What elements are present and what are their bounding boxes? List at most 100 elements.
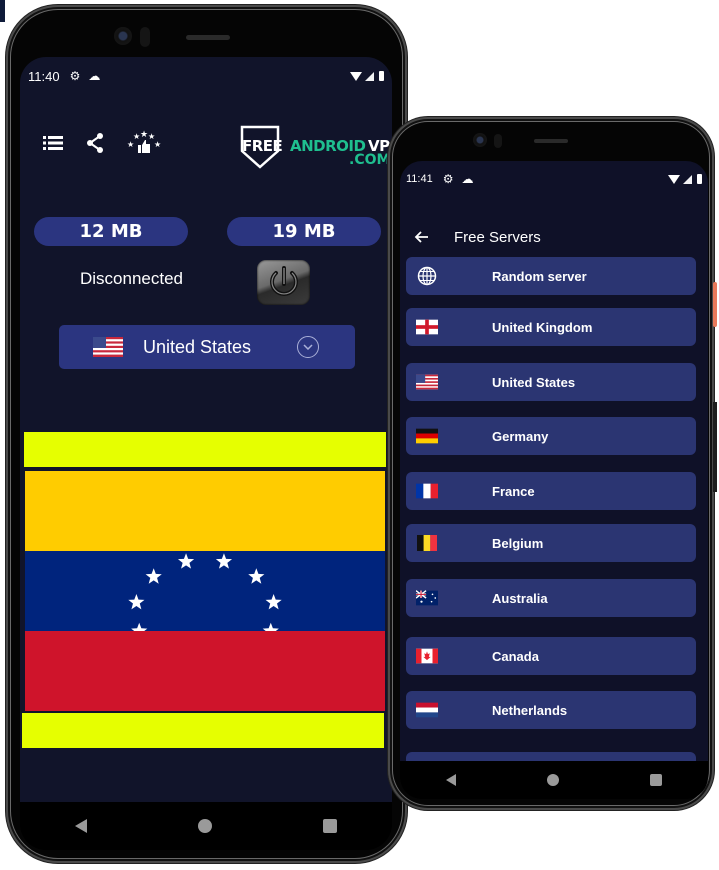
flag-star xyxy=(248,568,265,584)
battery-icon xyxy=(379,71,384,81)
battery-icon xyxy=(697,174,702,184)
chevron-down-icon xyxy=(297,336,319,358)
signal-icon xyxy=(365,71,374,81)
status-bar: 11:40 ⚙ ☁ xyxy=(20,57,392,95)
gear-icon: ⚙ xyxy=(69,69,81,83)
svg-text:★: ★ xyxy=(154,140,161,149)
status-bar: 11:41 ⚙ ☁ xyxy=(400,161,708,197)
proximity-sensor xyxy=(494,134,502,148)
belgium-flag-icon xyxy=(416,535,438,551)
flag-star xyxy=(177,553,195,569)
server-list-item[interactable]: Random server xyxy=(406,257,696,295)
server-name: Germany xyxy=(492,428,549,444)
france-flag-icon xyxy=(416,483,438,499)
back-icon[interactable] xyxy=(445,774,456,786)
status-time: 11:41 xyxy=(406,173,433,185)
arrow-left-icon[interactable] xyxy=(412,227,432,247)
logo-text-com: .COM xyxy=(349,152,391,168)
selected-country-name: United States xyxy=(143,336,252,357)
wifi-icon xyxy=(350,71,362,81)
australia-flag-icon xyxy=(416,590,438,606)
page-title: Free Servers xyxy=(454,228,541,246)
us-flag-icon xyxy=(416,374,438,390)
server-list-item[interactable]: Canada xyxy=(406,637,696,675)
rate-app-button[interactable]: ★ ★ ★ ★ ★ xyxy=(126,130,162,154)
corner-decoration xyxy=(0,0,5,22)
home-icon[interactable] xyxy=(546,774,559,786)
flag-stars xyxy=(128,553,282,639)
wifi-icon xyxy=(668,174,680,184)
flag-band-blue xyxy=(25,551,385,639)
server-list-item[interactable]: United Kingdom xyxy=(406,308,696,346)
menu-list-icon xyxy=(43,136,63,150)
phone-main-screen: 11:40 ⚙ ☁ ★ ★ ★ ★ ★ FREE ANDROID VP .COM… xyxy=(6,5,407,863)
app-bar: Free Servers xyxy=(400,219,708,255)
connect-button[interactable] xyxy=(257,260,310,305)
server-name: United Kingdom xyxy=(492,319,593,335)
recents-icon[interactable] xyxy=(650,774,663,786)
share-icon xyxy=(87,133,103,153)
upload-traffic-badge: 19 MB xyxy=(227,217,381,246)
us-flag-icon xyxy=(93,337,123,357)
status-time: 11:40 xyxy=(28,68,60,84)
flag-yellow-bar-bottom xyxy=(22,713,384,748)
volume-side-button xyxy=(713,402,717,492)
server-name: United States xyxy=(492,374,576,390)
server-list-item[interactable]: United States xyxy=(406,363,696,401)
server-name: Australia xyxy=(492,590,548,606)
server-name: Random server xyxy=(492,268,587,284)
server-list-button[interactable] xyxy=(42,132,64,154)
germany-flag-icon xyxy=(416,428,438,444)
server-name: Netherlands xyxy=(492,702,568,718)
flag-star xyxy=(265,593,282,610)
svg-text:★: ★ xyxy=(127,140,134,149)
server-list-item[interactable]: France xyxy=(406,472,696,510)
free-servers-screen: 11:41 ⚙ ☁ Free Servers Random server Unit… xyxy=(400,161,708,761)
server-list-item-partial[interactable] xyxy=(406,752,696,761)
flag-star xyxy=(131,622,148,639)
country-selector[interactable]: United States xyxy=(59,325,355,369)
phone-server-list: 11:41 ⚙ ☁ Free Servers Random server Unit… xyxy=(388,117,717,810)
system-nav-bar xyxy=(20,802,392,850)
rate-stars-thumb-icon: ★ ★ ★ ★ ★ xyxy=(127,130,161,153)
freeandroidvpn-logo: FREE ANDROID VPN .COM xyxy=(240,125,392,175)
server-name: Belgium xyxy=(492,535,544,551)
front-camera xyxy=(473,133,487,147)
flag-star xyxy=(215,553,233,569)
earpiece-speaker xyxy=(534,139,568,143)
recents-icon[interactable] xyxy=(322,819,337,833)
cloud-icon: ☁ xyxy=(88,69,101,83)
uk-flag-icon xyxy=(416,319,438,335)
server-list-item[interactable]: Belgium xyxy=(406,524,696,562)
power-icon xyxy=(270,266,298,296)
back-icon[interactable] xyxy=(75,819,88,833)
download-traffic-badge: 12 MB xyxy=(34,217,188,246)
share-button[interactable] xyxy=(84,132,106,154)
svg-text:★: ★ xyxy=(140,130,148,139)
flag-band-yellow xyxy=(25,471,385,551)
flag-yellow-bar-top xyxy=(24,432,386,467)
system-nav-bar xyxy=(400,761,708,799)
flag-band-red xyxy=(25,631,385,711)
server-list-item[interactable]: Netherlands xyxy=(406,691,696,729)
flag-star xyxy=(262,622,279,639)
globe-icon xyxy=(416,266,438,286)
home-toolbar: ★ ★ ★ ★ ★ xyxy=(42,130,162,154)
flag-star xyxy=(145,568,162,584)
flag-star xyxy=(128,593,145,610)
server-name: Canada xyxy=(492,648,539,664)
cloud-icon: ☁ xyxy=(461,172,474,186)
earpiece-speaker xyxy=(186,35,230,40)
vpn-home-screen: 11:40 ⚙ ☁ ★ ★ ★ ★ ★ FREE ANDROID VP .COM… xyxy=(20,57,392,802)
server-list-item[interactable]: Germany xyxy=(406,417,696,455)
gear-icon: ⚙ xyxy=(442,172,454,186)
front-camera xyxy=(114,27,132,45)
canada-flag-icon xyxy=(416,648,438,664)
home-icon[interactable] xyxy=(197,819,212,833)
proximity-sensor xyxy=(140,27,150,47)
logo-text-free: FREE xyxy=(242,137,283,155)
signal-icon xyxy=(683,174,692,184)
netherlands-flag-icon xyxy=(416,702,438,718)
server-name: France xyxy=(492,483,535,499)
server-list-item[interactable]: Australia xyxy=(406,579,696,617)
